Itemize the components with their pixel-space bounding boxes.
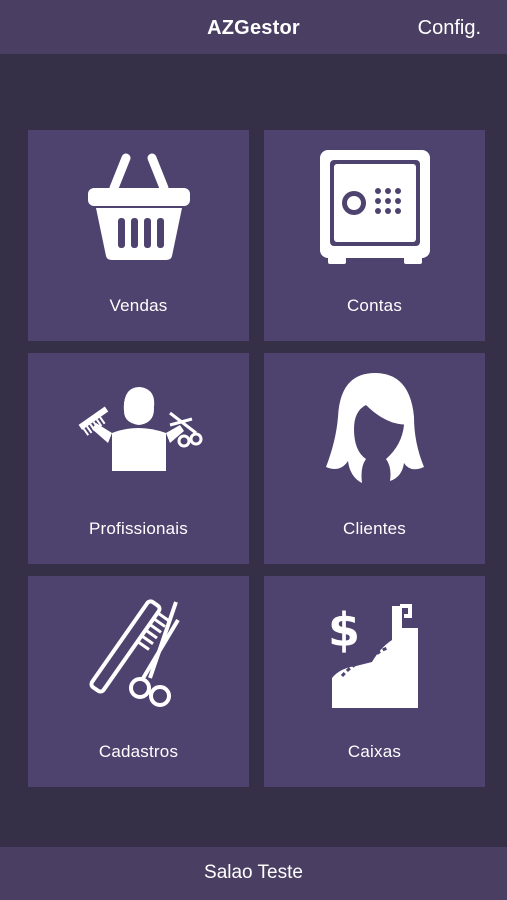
woman-hair-icon <box>264 367 485 497</box>
bottom-bar: Salao Teste <box>0 847 507 900</box>
tile-label: Vendas <box>109 296 168 315</box>
safe-icon <box>264 144 485 274</box>
tile-label: Caixas <box>347 742 402 761</box>
tile-caixas[interactable]: $ Caixas <box>264 576 485 787</box>
salon-name[interactable]: Salao Teste <box>0 862 507 884</box>
tile-profissionais[interactable]: Profissionais <box>28 353 249 564</box>
cash-register-icon: $ <box>264 590 485 720</box>
shopping-basket-icon <box>28 144 249 274</box>
config-button[interactable]: Config. <box>418 17 481 40</box>
tile-vendas[interactable]: Vendas <box>28 130 249 341</box>
tile-label: Profissionais <box>89 519 188 538</box>
tile-label: Cadastros <box>98 742 179 761</box>
barber-icon <box>28 367 249 497</box>
tile-cadastros[interactable]: Cadastros <box>28 576 249 787</box>
top-bar: AZGestor Config. <box>0 0 507 54</box>
tile-label: Contas <box>346 296 403 315</box>
tile-contas[interactable]: Contas <box>264 130 485 341</box>
tile-label: Clientes <box>342 519 407 538</box>
svg-text:$: $ <box>328 603 360 657</box>
tile-clientes[interactable]: Clientes <box>264 353 485 564</box>
comb-scissors-icon <box>28 590 249 720</box>
